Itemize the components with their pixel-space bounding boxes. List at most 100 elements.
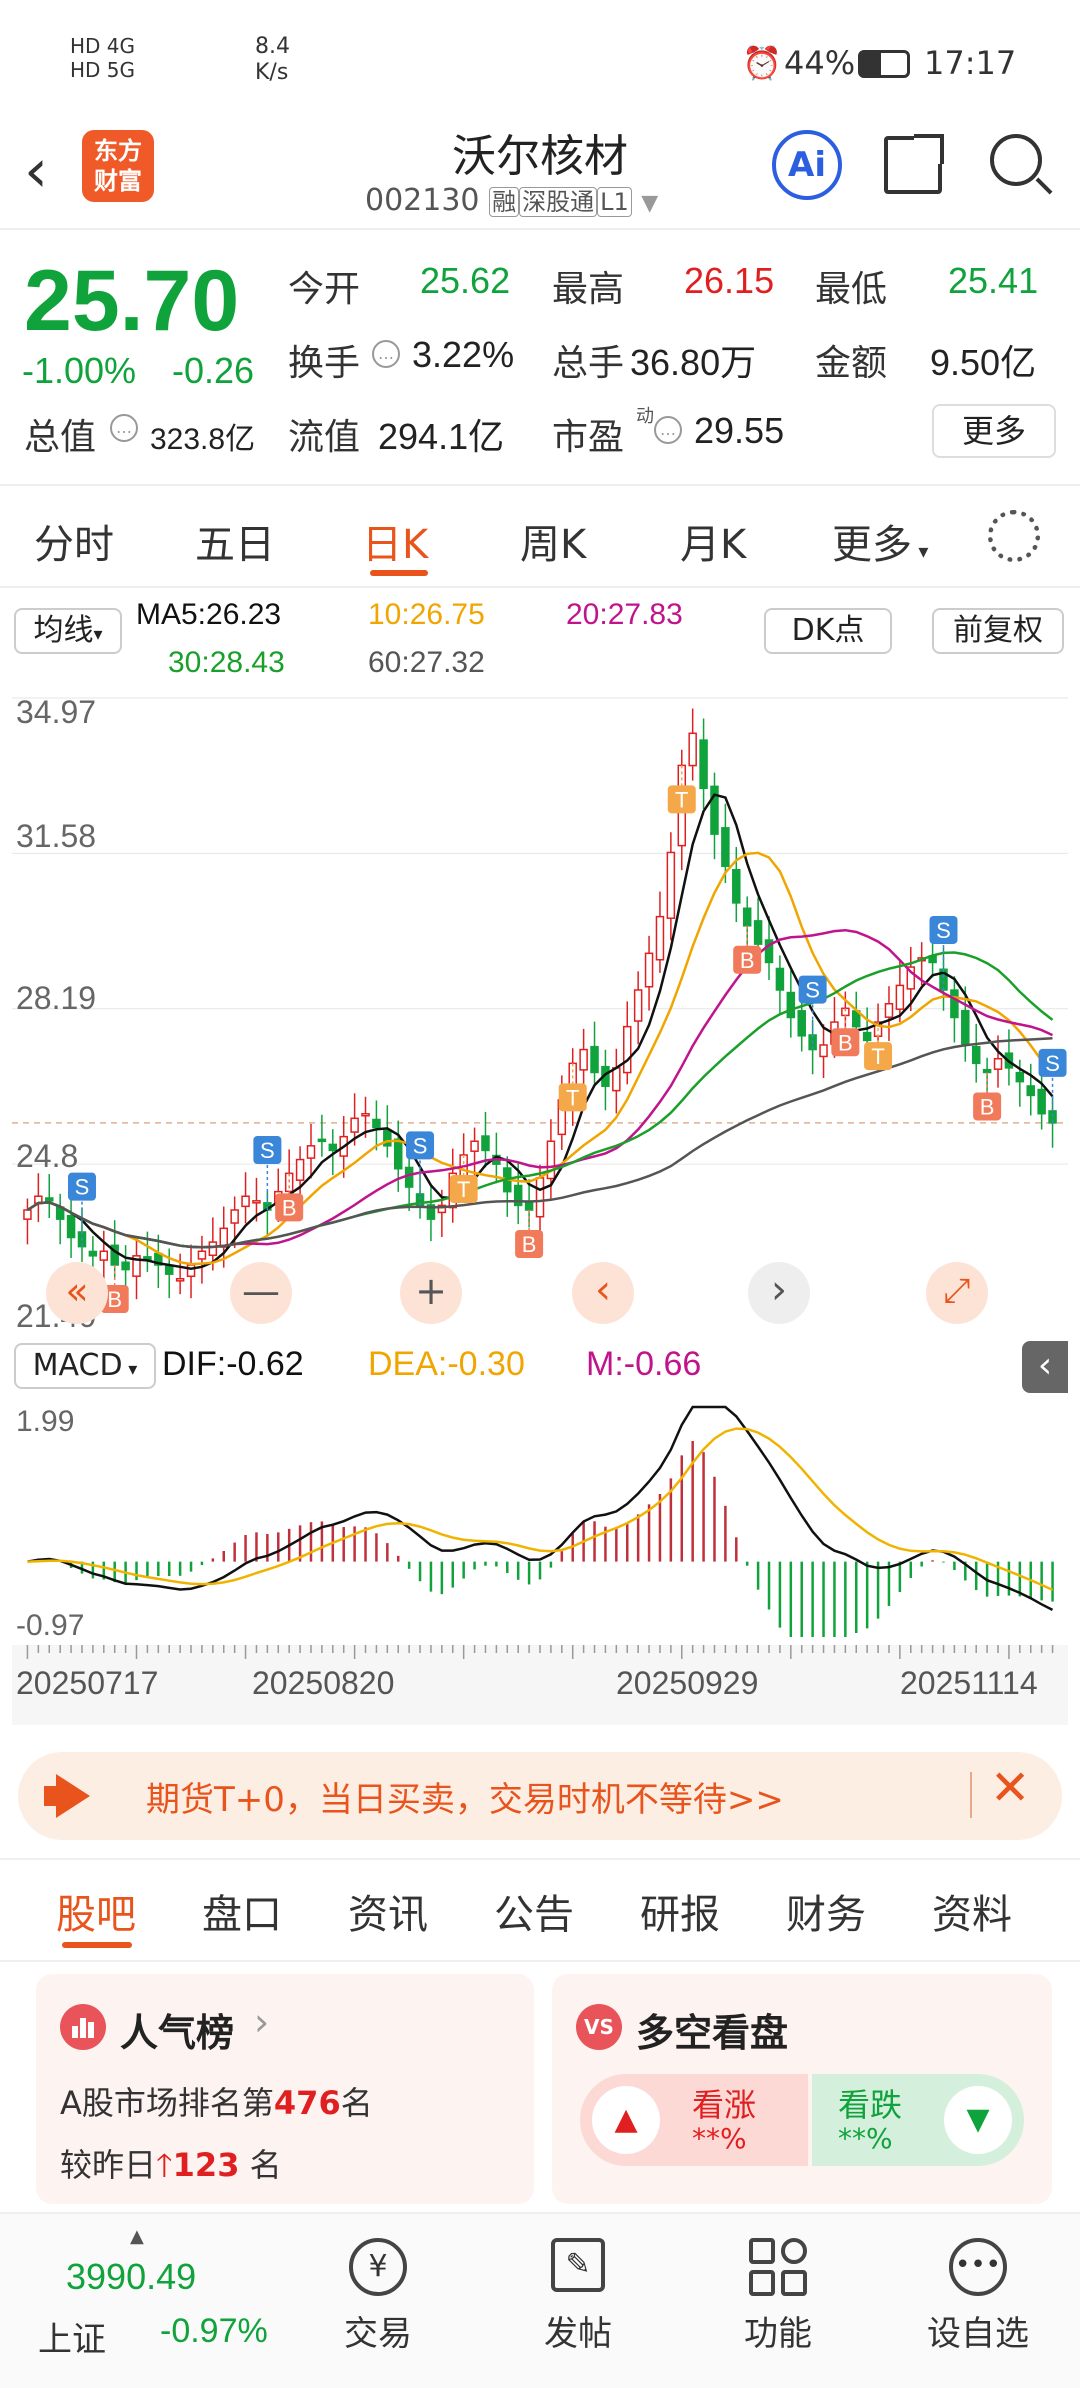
status-bar: HD 4G HD 5G 8.4 K/s ⏰ 44% 17:17 [0, 0, 1080, 120]
edit-icon: ✎ [551, 2238, 605, 2292]
candle-body [971, 1045, 981, 1065]
candle-body [982, 1068, 992, 1074]
tab-monthly-k[interactable]: 月K [680, 512, 746, 570]
marker-label: S [75, 1175, 90, 1200]
bull-button[interactable]: ▲ 看涨 **% [580, 2074, 808, 2166]
tab-news[interactable]: 资讯 [348, 1882, 428, 1940]
tab-guba[interactable]: 股吧 [56, 1882, 136, 1940]
candle-body [590, 1045, 599, 1074]
candle-body [862, 1031, 872, 1042]
candle-body [470, 1140, 479, 1152]
dropdown-icon[interactable]: ▼ [641, 191, 658, 216]
pe-info-icon[interactable]: … [654, 416, 682, 444]
bear-label: 看跌 [838, 2086, 903, 2124]
caret-up-icon: ▲ [130, 2226, 144, 2247]
ma30-label: 30:28.43 [168, 646, 285, 679]
tab-announcements[interactable]: 公告 [494, 1882, 574, 1940]
indicator-select[interactable]: MACD ▾ [14, 1343, 156, 1389]
m-value: M:-0.66 [586, 1345, 702, 1383]
marker-label: S [936, 918, 951, 943]
tab-more[interactable]: 更多 ▾ [832, 512, 928, 570]
candle-body [655, 915, 665, 961]
fullscreen-button[interactable]: ⤢ [926, 1262, 988, 1324]
tab-profile[interactable]: 资料 [932, 1882, 1012, 1940]
bear-button[interactable]: 看跌 **% ▼ [812, 2074, 1024, 2166]
candle-body [666, 851, 676, 919]
post-button[interactable]: ✎ 发帖 [518, 2238, 638, 2355]
up-triangle-icon: ▲ [592, 2086, 660, 2154]
popularity-card[interactable]: 人气榜 › A股市场排名第476名 较昨日🡑123 名 [36, 1974, 534, 2204]
marker-label: T [457, 1177, 470, 1202]
turnover-info-icon[interactable]: … [372, 340, 400, 368]
turnover-value: 3.22% [412, 334, 515, 375]
scroll-left-button[interactable]: ‹ [572, 1262, 634, 1324]
marker-label: T [871, 1044, 884, 1069]
marker-label: S [1045, 1051, 1060, 1076]
banner-text: 期货T+0，当日买卖，交易时机不等待>> [146, 1780, 784, 1820]
candle-body [1037, 1088, 1046, 1115]
clock: 17:17 [924, 44, 1017, 82]
dk-point-button[interactable]: DK点 [764, 608, 892, 654]
marker-label: B [980, 1094, 995, 1119]
candle-body [328, 1143, 338, 1152]
change-amount: -0.26 [172, 350, 255, 391]
macd-chart: 1.99 -0.97 [12, 1397, 1068, 1645]
add-watchlist-button[interactable]: ••• 设自选 [908, 2238, 1048, 2355]
zoom-in-button[interactable]: + [400, 1262, 462, 1324]
scroll-left-fast-button[interactable]: « [46, 1262, 108, 1324]
candle-body [993, 1057, 1003, 1070]
ma-select[interactable]: 均线▾ [14, 608, 122, 654]
candle-body [753, 920, 763, 945]
collapse-panel-button[interactable]: ‹ [1022, 1341, 1068, 1393]
tab-intraday[interactable]: 分时 [34, 512, 114, 570]
dif-value: DIF:-0.62 [162, 1345, 304, 1383]
ma10-label: 10:26.75 [368, 598, 485, 631]
rank-change: 123 [172, 2146, 240, 2184]
tab-pankou[interactable]: 盘口 [202, 1882, 282, 1940]
trade-button[interactable]: ¥ 交易 [318, 2238, 438, 2355]
candle-body [295, 1158, 305, 1181]
zoom-out-button[interactable]: — [230, 1262, 292, 1324]
share-icon[interactable] [884, 134, 944, 194]
y-tick-4: 24.8 [16, 1138, 79, 1174]
marker-label: B [522, 1232, 537, 1257]
ma20-label: 20:27.83 [566, 598, 683, 631]
candle-body [535, 1177, 545, 1218]
more-button[interactable]: 更多 [932, 404, 1056, 458]
candle-body [961, 1009, 970, 1046]
battery-percent: 44% [784, 44, 856, 82]
tab-daily-k[interactable]: 日K [362, 512, 428, 570]
close-icon[interactable]: ✕ [990, 1760, 1030, 1816]
candle-body [99, 1250, 109, 1261]
search-icon[interactable] [990, 134, 1042, 186]
futures-banner[interactable]: 期货T+0，当日买卖，交易时机不等待>> ✕ [18, 1752, 1062, 1840]
index-ticker[interactable]: ▲ 3990.49 上证 -0.97% [20, 2226, 268, 2376]
chevron-right-icon: › [254, 2000, 270, 2044]
candle-body [88, 1250, 98, 1257]
info-icon[interactable]: … [110, 414, 138, 442]
candle-body [775, 967, 785, 991]
scroll-right-button[interactable]: › [748, 1262, 810, 1324]
tab-finance[interactable]: 财务 [786, 1882, 866, 1940]
settings-gear-icon[interactable] [988, 510, 1040, 562]
stock-code: 002130 [365, 183, 480, 218]
marker-label: B [838, 1030, 853, 1055]
functions-button[interactable]: 功能 [718, 2238, 838, 2355]
kline-chart[interactable]: SBSBSTBTTBSBTSBS 34.97 31.58 28.19 24.8 … [12, 690, 1068, 1335]
grid-icon [749, 2238, 807, 2296]
date-ticks [26, 1645, 1054, 1659]
macd-y-bottom: -0.97 [16, 1609, 85, 1642]
tab-five-day[interactable]: 五日 [195, 512, 275, 570]
tab-research[interactable]: 研报 [640, 1882, 720, 1940]
pe-label: 市盈 [552, 417, 625, 458]
candle-body [164, 1264, 174, 1275]
marker-label: T [675, 787, 688, 812]
candle-body [895, 984, 905, 1010]
ai-button[interactable]: Ai [772, 130, 842, 200]
adjust-button[interactable]: 前复权 [932, 608, 1064, 654]
bull-label: 看涨 [692, 2086, 757, 2124]
candle-body [950, 989, 959, 1019]
candle-body [317, 1138, 327, 1143]
candle-body [797, 1010, 806, 1037]
tab-weekly-k[interactable]: 周K [520, 512, 586, 570]
